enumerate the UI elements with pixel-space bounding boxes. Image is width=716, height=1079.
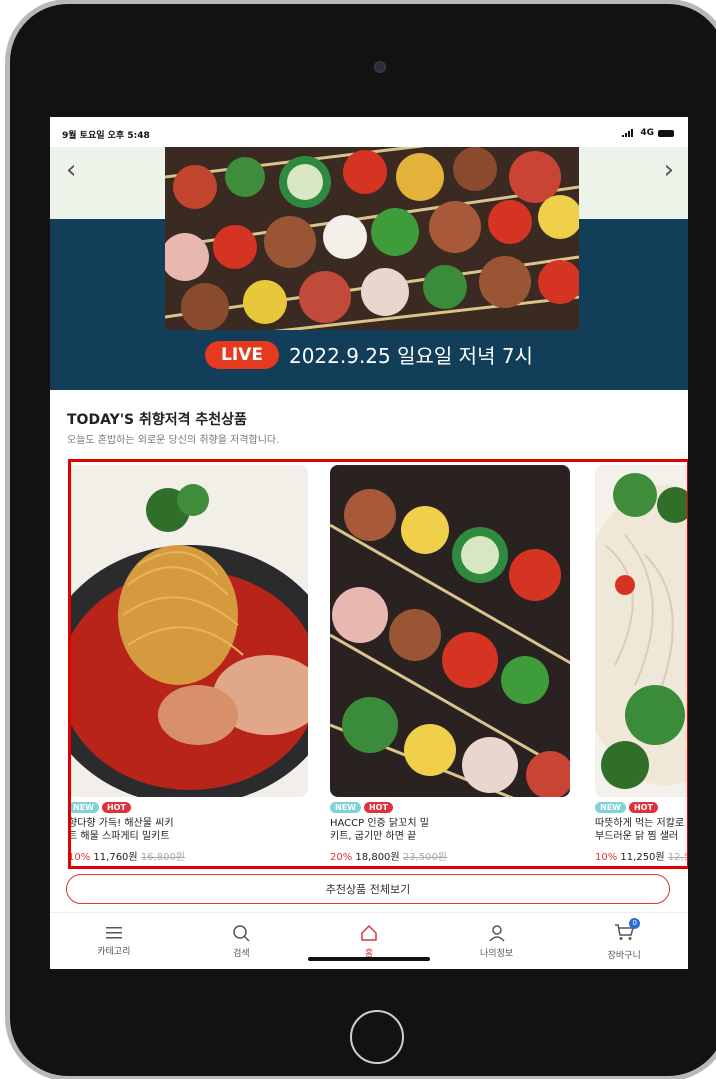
tab-search[interactable]: 검색 xyxy=(178,913,306,969)
signal-icon xyxy=(622,129,634,137)
menu-icon xyxy=(105,927,122,939)
network-label: 4G xyxy=(640,128,654,138)
new-badge: NEW xyxy=(71,802,99,813)
tab-label: 검색 xyxy=(233,949,250,959)
sale-price: 18,800원 xyxy=(355,852,400,863)
status-time: 9월 토요일 오후 5:48 xyxy=(62,131,150,141)
seafood-pasta-image xyxy=(71,465,308,797)
home-icon xyxy=(361,924,377,941)
live-row: LIVE 2022.9.25 일요일 저녁 7시 xyxy=(50,340,688,369)
section-title: TODAY'S 취향저격 추천상품 xyxy=(67,412,247,428)
discount-rate: 10% xyxy=(68,852,91,863)
hero-banner[interactable]: ‹ › LIVE 2022.9.25 일요일 저녁 7시 xyxy=(50,147,688,390)
tab-category[interactable]: 카테고리 xyxy=(50,913,178,969)
chicken-skewer-image xyxy=(330,465,570,797)
tab-cart[interactable]: 0 장바구니 xyxy=(560,913,688,969)
live-schedule-text: 2022.9.25 일요일 저녁 7시 xyxy=(288,344,533,368)
product-image[interactable] xyxy=(330,465,570,797)
product-badges: NEW HOT xyxy=(330,802,574,813)
search-icon xyxy=(233,925,250,942)
live-badge: LIVE xyxy=(205,340,279,369)
device-home-button[interactable] xyxy=(350,1010,404,1064)
product-price: 10% 11,760원 16,800원 xyxy=(68,848,312,863)
discount-rate: 20% xyxy=(330,852,353,863)
new-badge: NEW xyxy=(595,802,626,813)
banner-prev-arrow[interactable]: ‹ xyxy=(66,155,76,185)
app-screen: 9월 토요일 오후 5:48 4G ‹ › LIVE 2022.9.25 일요일… xyxy=(50,117,688,969)
home-indicator xyxy=(308,957,430,961)
product-name[interactable]: 따뜻하게 먹는 저칼로 부드러운 닭 찜 샐러 xyxy=(595,817,687,843)
view-all-recommended-button[interactable]: 추천상품 전체보기 xyxy=(66,874,670,904)
sale-price: 11,760원 xyxy=(93,852,138,863)
section-subtitle: 오늘도 혼밥하는 외로운 당신의 취향을 저격합니다. xyxy=(67,435,280,446)
cart-count-badge: 0 xyxy=(629,917,641,929)
product-price: 20% 18,800원 23,500원 xyxy=(330,848,574,863)
original-price: 12,5 xyxy=(667,852,688,863)
product-name[interactable]: HACCP 인증 닭꼬치 밀 키트, 굽기만 하면 끝 xyxy=(330,817,574,843)
recommended-product-carousel[interactable]: NEW HOT 향다향 가득! 해산물 씨키 트 해물 스파게티 밀키트 10%… xyxy=(68,459,688,869)
hot-badge: HOT xyxy=(363,802,393,813)
tab-label: 장바구니 xyxy=(607,950,641,961)
status-bar: 9월 토요일 오후 5:48 4G xyxy=(50,117,688,147)
tab-my-info[interactable]: 나의정보 xyxy=(433,913,561,969)
hot-badge: HOT xyxy=(101,802,131,813)
product-name[interactable]: 향다향 가득! 해산물 씨키 트 해물 스파게티 밀키트 xyxy=(71,817,312,843)
banner-next-arrow[interactable]: › xyxy=(664,155,674,185)
product-card[interactable]: NEW HOT HACCP 인증 닭꼬치 밀 키트, 굽기만 하면 끝 20% … xyxy=(330,465,574,863)
chicken-salad-image xyxy=(595,465,687,797)
battery-icon xyxy=(658,129,674,137)
original-price: 23,500원 xyxy=(402,852,448,863)
front-camera xyxy=(374,61,386,73)
cart-icon-wrap: 0 xyxy=(614,917,641,944)
tab-label: 나의정보 xyxy=(480,949,514,959)
product-price: 10% 11,250원 12,5 xyxy=(595,848,688,863)
skewer-hero-image xyxy=(165,147,579,330)
product-image[interactable] xyxy=(595,465,687,797)
product-card[interactable]: NEW HOT 따뜻하게 먹는 저칼로 부드러운 닭 찜 샐러 10% 11,2… xyxy=(595,465,688,863)
tab-label: 카테고리 xyxy=(97,947,131,957)
status-indicators: 4G xyxy=(622,128,674,138)
user-icon xyxy=(489,925,505,942)
product-card[interactable]: NEW HOT 향다향 가득! 해산물 씨키 트 해물 스파게티 밀키트 10%… xyxy=(68,465,312,863)
new-badge: NEW xyxy=(330,802,361,813)
discount-rate: 10% xyxy=(595,852,618,863)
product-badges: NEW HOT xyxy=(595,802,687,813)
product-image[interactable] xyxy=(71,465,308,797)
original-price: 16,800원 xyxy=(140,852,186,863)
product-badges: NEW HOT xyxy=(71,802,312,813)
sale-price: 11,250원 xyxy=(620,852,665,863)
hot-badge: HOT xyxy=(628,802,658,813)
